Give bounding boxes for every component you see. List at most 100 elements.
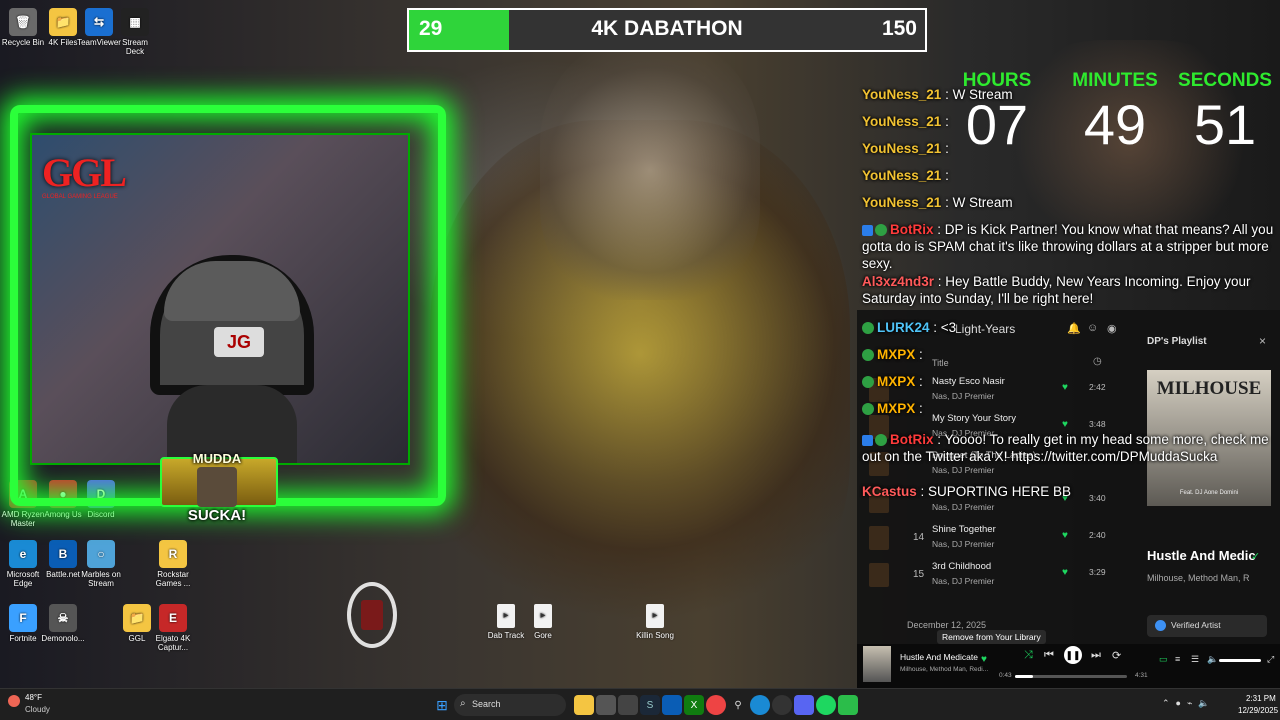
tooltip-remove-library: Remove from Your Library xyxy=(937,630,1046,644)
liked-check-icon[interactable]: ✓ xyxy=(1251,550,1260,563)
player-heart-icon[interactable]: ♥ xyxy=(981,654,987,665)
folder-icon: 📁 xyxy=(49,8,77,36)
taskbar-spotify-icon[interactable] xyxy=(816,695,836,715)
start-button[interactable]: ⊞ xyxy=(432,695,452,715)
desktop-icon-label: Demonolo... xyxy=(41,634,85,643)
liked-heart-icon[interactable]: ♥ xyxy=(1062,567,1068,578)
goal-title: 4K DABATHON xyxy=(591,17,743,40)
desktop-icon-label: Marbles on Stream xyxy=(81,570,121,588)
hat-logo: JG xyxy=(214,327,264,357)
desktop-icon[interactable]: E Elgato 4K Captur... xyxy=(150,604,196,652)
audio-file-killin-song[interactable]: ▸ Killin Song xyxy=(635,604,675,640)
track-duration: 2:40 xyxy=(1089,530,1106,540)
desktop-icon[interactable]: R Rockstar Games ... xyxy=(150,540,196,588)
desktop-icon[interactable]: ○ Marbles on Stream xyxy=(78,540,124,588)
chat-message: YouNess_21 : W Stream xyxy=(862,86,1276,103)
desktop-icon-label: Rockstar Games ... xyxy=(155,570,191,588)
chat-message: BotRix : Yoooo! To really get in my head… xyxy=(862,431,1276,465)
chat-message: YouNess_21 : xyxy=(862,113,1276,130)
verified-artist-card: Verified Artist xyxy=(1147,615,1267,637)
weather-desc: Cloudy xyxy=(25,705,50,714)
desktop-icon-label: Battle.net xyxy=(46,570,80,579)
goal-progress-bar: 29 4K DABATHON 150 xyxy=(407,8,927,52)
player-track-title[interactable]: Hustle And Medicate xyxy=(900,652,978,662)
chat-text: : W Stream xyxy=(945,87,1013,102)
taskbar-file-explorer-icon[interactable] xyxy=(574,695,594,715)
chat-username[interactable]: KCastus xyxy=(862,484,917,499)
track-row[interactable]: 14 Shine Together Nas, DJ Premier 2:40 ♥ xyxy=(857,522,1135,556)
rockstar-icon: R xyxy=(159,540,187,568)
chat-text: : xyxy=(919,347,923,362)
volume-icon[interactable]: 🔈 xyxy=(1207,654,1218,665)
taskbar-chrome-icon[interactable] xyxy=(706,695,726,715)
track-number: 14 xyxy=(913,532,925,543)
chat-username[interactable]: YouNess_21 xyxy=(862,141,941,156)
verified-check-icon xyxy=(862,322,874,335)
liked-heart-icon[interactable]: ♥ xyxy=(1062,419,1068,430)
taskbar-battlenet-icon[interactable] xyxy=(662,695,682,715)
lyrics-icon[interactable]: ≡ xyxy=(1175,654,1180,664)
desktop-icon-label: Discord xyxy=(87,510,115,519)
desktop-icon-label: Recycle Bin xyxy=(1,38,45,47)
now-playing-artist[interactable]: Milhouse, Method Man, R xyxy=(1147,573,1250,583)
shuffle-icon[interactable]: ⤨ xyxy=(1024,649,1033,662)
player-track-artist[interactable]: Milhouse, Method Man, Redi... xyxy=(900,666,988,673)
taskbar-steam-icon[interactable]: S xyxy=(640,695,660,715)
chat-username[interactable]: LURK24 xyxy=(877,320,930,335)
taskbar-store-icon[interactable] xyxy=(596,695,616,715)
previous-track-icon[interactable]: ⏮ xyxy=(1044,649,1054,662)
volume-slider[interactable] xyxy=(1219,659,1261,662)
seek-bar[interactable] xyxy=(1015,675,1127,678)
track-thumb xyxy=(869,563,889,587)
taskbar-app-icon[interactable] xyxy=(618,695,638,715)
chat-message: YouNess_21 : xyxy=(862,140,1276,157)
chat-username[interactable]: Al3xz4nd3r xyxy=(862,274,934,289)
chat-username[interactable]: YouNess_21 xyxy=(862,168,941,183)
audio-file-gore[interactable]: ▸ Gore xyxy=(523,604,563,640)
pause-button[interactable]: ❚❚ xyxy=(1064,646,1082,664)
chat-username[interactable]: YouNess_21 xyxy=(862,195,941,210)
taskbar-search[interactable]: ⌕ Search xyxy=(454,694,566,716)
now-playing-title[interactable]: Hustle And Medic xyxy=(1147,548,1256,563)
system-tray-icons[interactable]: ⌃●⌁🔈 xyxy=(1162,698,1216,709)
chat-text: : W Stream xyxy=(945,195,1013,210)
desktop-icon[interactable]: ▦ Stream Deck xyxy=(112,8,158,56)
taskbar-xbox-icon[interactable]: X xyxy=(684,695,704,715)
liked-heart-icon[interactable]: ♥ xyxy=(1062,530,1068,541)
taskbar-edge-icon[interactable] xyxy=(750,695,770,715)
fortnite-icon: F xyxy=(9,604,37,632)
bot-badge-icon xyxy=(862,434,873,446)
chat-username[interactable]: BotRix xyxy=(890,222,934,237)
queue-icon[interactable]: ☰ xyxy=(1191,654,1199,665)
clock-date[interactable]: 12/29/2025 xyxy=(1238,706,1278,715)
track-row[interactable]: 15 3rd Childhood Nas, DJ Premier 3:29 ♥ xyxy=(857,559,1135,593)
fullscreen-icon[interactable]: ⤢ xyxy=(1267,654,1274,665)
taskbar-green-app-icon[interactable] xyxy=(838,695,858,715)
track-title: Shine Together xyxy=(932,524,996,535)
chat-username[interactable]: MXPX xyxy=(877,401,915,416)
chat-username[interactable]: BotRix xyxy=(890,432,934,447)
next-track-icon[interactable]: ⏭ xyxy=(1091,649,1101,662)
stream-deck-icon: ▦ xyxy=(121,8,149,36)
chat-message: MXPX : xyxy=(862,346,1276,363)
player-bar: Hustle And Medicate Milhouse, Method Man… xyxy=(857,644,1280,688)
ggl-logo: GGL GLOBAL GAMING LEAGUE xyxy=(42,150,127,200)
now-playing-view-icon[interactable]: ▭ xyxy=(1159,654,1168,665)
track-number: 15 xyxy=(913,569,925,580)
marbles-icon: ○ xyxy=(87,540,115,568)
player-album-thumb xyxy=(863,646,891,682)
audio-file-dab-track[interactable]: ▸ Dab Track xyxy=(486,604,526,640)
chat-username[interactable]: MXPX xyxy=(877,347,915,362)
repeat-icon[interactable]: ⟳ xyxy=(1112,649,1121,662)
chat-username[interactable]: YouNess_21 xyxy=(862,87,941,102)
clock-time[interactable]: 2:31 PM xyxy=(1246,694,1276,703)
desktop-icon[interactable]: ☠ Demonolo... xyxy=(40,604,86,643)
chat-username[interactable]: YouNess_21 xyxy=(862,114,941,129)
track-artist: Nas, DJ Premier xyxy=(932,502,995,512)
taskbar-discord-icon[interactable] xyxy=(794,695,814,715)
goal-target: 150 xyxy=(881,17,917,40)
taskbar-pin-icon[interactable]: ⚲ xyxy=(728,695,748,715)
desktop-icon-label: Microsoft Edge xyxy=(6,570,40,588)
taskbar-obs-icon[interactable] xyxy=(772,695,792,715)
chat-username[interactable]: MXPX xyxy=(877,374,915,389)
